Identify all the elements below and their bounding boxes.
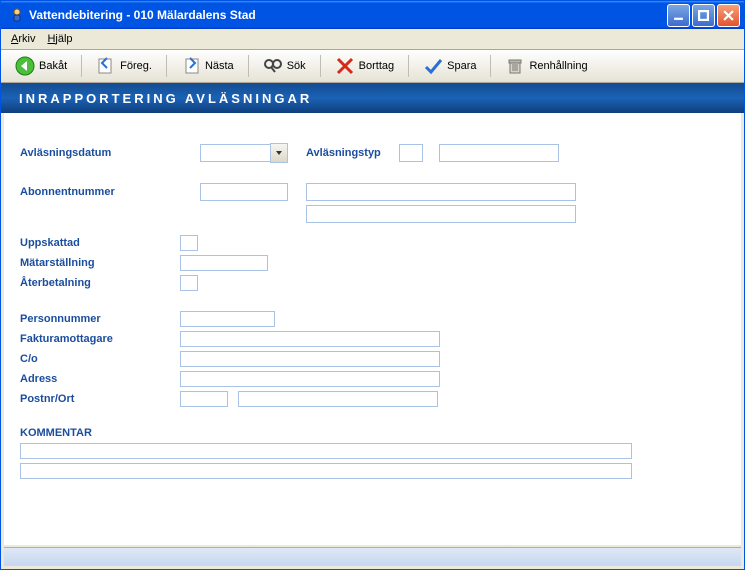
prev-button[interactable]: Föreg. <box>88 53 160 79</box>
trash-icon <box>505 56 525 76</box>
section-title: INRAPPORTERING AVLÄSNINGAR <box>19 91 312 106</box>
renhallning-label: Renhållning <box>529 60 587 72</box>
menu-arkiv[interactable]: AArkivrkiv <box>5 31 41 47</box>
postnr-input[interactable] <box>180 391 228 407</box>
maximize-button[interactable] <box>692 4 715 27</box>
avlasningsdatum-dropdown-button[interactable] <box>270 143 288 163</box>
search-button[interactable]: Sök <box>255 53 314 79</box>
kommentar-label: KOMMENTAR <box>20 427 725 439</box>
aterbetalning-input[interactable] <box>180 275 198 291</box>
personnummer-label: Personnummer <box>20 313 180 325</box>
postnrort-label: Postnr/Ort <box>20 393 180 405</box>
abonnent-line1-input[interactable] <box>306 183 576 201</box>
back-icon <box>15 56 35 76</box>
save-button[interactable]: Spara <box>415 53 484 79</box>
kommentar-line1-input[interactable] <box>20 443 632 459</box>
search-label: Sök <box>287 60 306 72</box>
next-label: Nästa <box>205 60 234 72</box>
back-button[interactable]: Bakåt <box>7 53 75 79</box>
search-icon <box>263 56 283 76</box>
avlasningsdatum-combo <box>200 143 288 163</box>
titlebar: Vattendebitering - 010 Mälardalens Stad <box>1 1 744 29</box>
toolbar-separator <box>248 55 249 77</box>
aterbetalning-label: Återbetalning <box>20 277 180 289</box>
delete-label: Borttag <box>359 60 394 72</box>
avlasningsdatum-label: Avläsningsdatum <box>20 147 180 159</box>
form-area: Avläsningsdatum Avläsningstyp Abonnentnu… <box>4 113 741 545</box>
next-button[interactable]: Nästa <box>173 53 242 79</box>
adress-label: Adress <box>20 373 180 385</box>
co-label: C/o <box>20 353 180 365</box>
save-label: Spara <box>447 60 476 72</box>
toolbar-separator <box>408 55 409 77</box>
delete-button[interactable]: Borttag <box>327 53 402 79</box>
uppskattad-label: Uppskattad <box>20 237 180 249</box>
minimize-button[interactable] <box>667 4 690 27</box>
avlasningstyp-text-input[interactable] <box>439 144 559 162</box>
toolbar-separator <box>81 55 82 77</box>
prev-icon <box>96 56 116 76</box>
app-window: Vattendebitering - 010 Mälardalens Stad … <box>0 0 745 570</box>
renhallning-button[interactable]: Renhållning <box>497 53 595 79</box>
avlasningstyp-code-input[interactable] <box>399 144 423 162</box>
ort-input[interactable] <box>238 391 438 407</box>
abonnentnummer-label: Abonnentnummer <box>20 186 180 198</box>
delete-icon <box>335 56 355 76</box>
next-icon <box>181 56 201 76</box>
kommentar-line2-input[interactable] <box>20 463 632 479</box>
back-label: Bakåt <box>39 60 67 72</box>
status-bar <box>4 547 741 566</box>
fakturamottagare-input[interactable] <box>180 331 440 347</box>
abonnentnummer-input[interactable] <box>200 183 288 201</box>
matarstallning-input[interactable] <box>180 255 268 271</box>
matarstallning-label: Mätarställning <box>20 257 180 269</box>
prev-label: Föreg. <box>120 60 152 72</box>
window-title: Vattendebitering - 010 Mälardalens Stad <box>29 8 256 22</box>
toolbar-separator <box>166 55 167 77</box>
menu-hjalp[interactable]: HHjälpjälp <box>41 31 78 47</box>
avlasningstyp-label: Avläsningstyp <box>306 147 381 159</box>
toolbar: Bakåt Föreg. Nästa Sök B <box>1 50 744 83</box>
abonnent-line2-input[interactable] <box>306 205 576 223</box>
co-input[interactable] <box>180 351 440 367</box>
toolbar-separator <box>320 55 321 77</box>
save-icon <box>423 56 443 76</box>
avlasningsdatum-input[interactable] <box>200 144 270 162</box>
toolbar-separator <box>490 55 491 77</box>
section-header: INRAPPORTERING AVLÄSNINGAR <box>1 83 744 113</box>
menubar: AArkivrkiv HHjälpjälp <box>1 29 744 50</box>
personnummer-input[interactable] <box>180 311 275 327</box>
uppskattad-input[interactable] <box>180 235 198 251</box>
fakturamottagare-label: Fakturamottagare <box>20 333 180 345</box>
app-icon <box>9 7 25 23</box>
close-button[interactable] <box>717 4 740 27</box>
adress-input[interactable] <box>180 371 440 387</box>
